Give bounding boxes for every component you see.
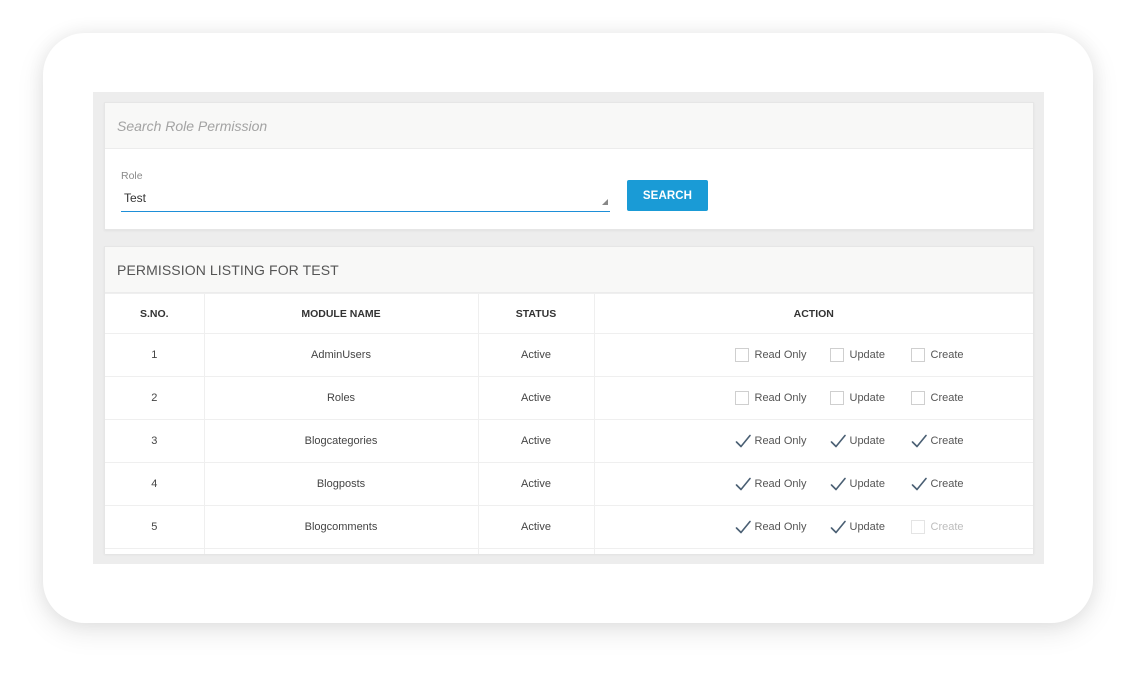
cell-module-name: Blogcategories: [203, 419, 479, 463]
unchecked-box-icon: [910, 391, 925, 405]
cell-status: Active: [477, 462, 595, 506]
table-header-row: S.NO. MODULE NAME STATUS ACTION: [105, 293, 1033, 334]
cell-sno: 4: [105, 462, 205, 506]
permission-read-only-checkbox[interactable]: Read Only: [734, 348, 830, 362]
permission-create-checkbox[interactable]: Create: [911, 477, 981, 491]
role-select[interactable]: Test: [121, 187, 610, 212]
permission-label: Read Only: [754, 521, 807, 533]
permission-read-only-checkbox[interactable]: Read Only: [735, 477, 830, 491]
table-row: 1 AdminUsers Active Read Only Update Create: [105, 333, 1033, 377]
cell-status: Active: [477, 505, 595, 549]
permission-update-checkbox[interactable]: Update: [830, 520, 911, 534]
column-header-status: STATUS: [477, 293, 595, 334]
permission-read-only-checkbox[interactable]: Read Only: [735, 434, 830, 448]
search-panel: Search Role Permission Role Test SEARCH: [104, 102, 1034, 230]
cell-sno: 2: [105, 376, 205, 420]
cell-module-name: Blogcomments: [203, 505, 479, 549]
listing-panel-heading: PERMISSION LISTING FOR TEST: [105, 247, 1033, 293]
permission-create-checkbox[interactable]: Create: [910, 348, 981, 362]
permission-update-checkbox[interactable]: Update: [829, 391, 911, 405]
cell-status: Active: [477, 419, 595, 463]
checkmark-icon: [830, 520, 846, 534]
search-button[interactable]: SEARCH: [627, 180, 708, 211]
permission-create-checkbox: Create: [910, 520, 981, 534]
permission-listing-panel: PERMISSION LISTING FOR TEST S.NO. MODULE…: [104, 246, 1034, 554]
checkmark-icon: [830, 434, 846, 448]
table-row: 3 Blogcategories Active Read Only Update Crea…: [105, 419, 1033, 463]
permission-create-checkbox[interactable]: Create: [910, 391, 981, 405]
permission-label: Update: [849, 349, 885, 361]
checkmark-icon: [735, 520, 751, 534]
column-header-module-name: MODULE NAME: [203, 293, 479, 334]
checkmark-icon: [911, 477, 927, 491]
search-panel-title: Search Role Permission: [117, 117, 268, 134]
permission-label: Create: [930, 435, 964, 447]
checkmark-icon: [735, 477, 751, 491]
cell-sno: 5: [105, 505, 205, 549]
permission-label: Create: [930, 521, 964, 533]
cell-action: Read Only Update Create: [593, 333, 1033, 377]
role-select-value: Test: [124, 191, 147, 205]
checkmark-icon: [735, 434, 751, 448]
table-row: 2 Roles Active Read Only Update Create: [105, 376, 1033, 420]
unchecked-box-icon: [734, 348, 749, 362]
table-row-partial: [105, 548, 1033, 554]
permission-label: Create: [930, 478, 964, 490]
unchecked-box-icon: [910, 520, 925, 534]
checkmark-icon: [911, 434, 927, 448]
permission-update-checkbox[interactable]: Update: [830, 434, 911, 448]
cell-status: Active: [477, 333, 595, 377]
permission-label: Read Only: [754, 392, 807, 404]
cell-action: Read Only Update Create: [593, 505, 1033, 549]
search-panel-heading: Search Role Permission: [105, 103, 1033, 149]
dropdown-arrow-icon: [602, 199, 608, 205]
cell-module-name: Blogposts: [203, 462, 479, 506]
permission-label: Update: [849, 521, 885, 533]
table-row: 4 Blogposts Active Read Only Update Create: [105, 462, 1033, 506]
permission-update-checkbox[interactable]: Update: [829, 348, 911, 362]
cell-action: Read Only Update Create: [593, 462, 1033, 506]
role-label: Role: [121, 170, 143, 182]
unchecked-box-icon: [829, 348, 844, 362]
cell-sno: 3: [105, 419, 205, 463]
unchecked-box-icon: [734, 391, 749, 405]
permission-read-only-checkbox[interactable]: Read Only: [735, 520, 830, 534]
table-body: 1 AdminUsers Active Read Only Update Create 2 R…: [105, 333, 1033, 554]
cell-module-name: Roles: [203, 376, 479, 420]
permission-table: S.NO. MODULE NAME STATUS ACTION 1 AdminUs…: [105, 293, 1033, 554]
permission-create-checkbox[interactable]: Create: [911, 434, 981, 448]
permission-label: Create: [930, 392, 964, 404]
permission-label: Read Only: [754, 435, 807, 447]
permission-label: Update: [849, 478, 885, 490]
listing-title: PERMISSION LISTING FOR TEST: [117, 261, 339, 278]
permission-label: Create: [930, 349, 964, 361]
table-row: 5 Blogcomments Active Read Only Update Create: [105, 505, 1033, 549]
unchecked-box-icon: [829, 391, 844, 405]
cell-action: Read Only Update Create: [593, 376, 1033, 420]
permission-read-only-checkbox[interactable]: Read Only: [734, 391, 830, 405]
cell-module-name: AdminUsers: [203, 333, 479, 377]
column-header-action: ACTION: [593, 293, 1033, 334]
cell-sno: 1: [105, 333, 205, 377]
cell-status: Active: [477, 376, 595, 420]
column-header-sno: S.NO.: [105, 293, 205, 334]
permission-label: Update: [849, 392, 885, 404]
unchecked-box-icon: [910, 348, 925, 362]
permission-label: Read Only: [754, 349, 807, 361]
permission-label: Update: [849, 435, 885, 447]
permission-update-checkbox[interactable]: Update: [830, 477, 911, 491]
cell-action: Read Only Update Create: [593, 419, 1033, 463]
permission-label: Read Only: [754, 478, 807, 490]
checkmark-icon: [830, 477, 846, 491]
